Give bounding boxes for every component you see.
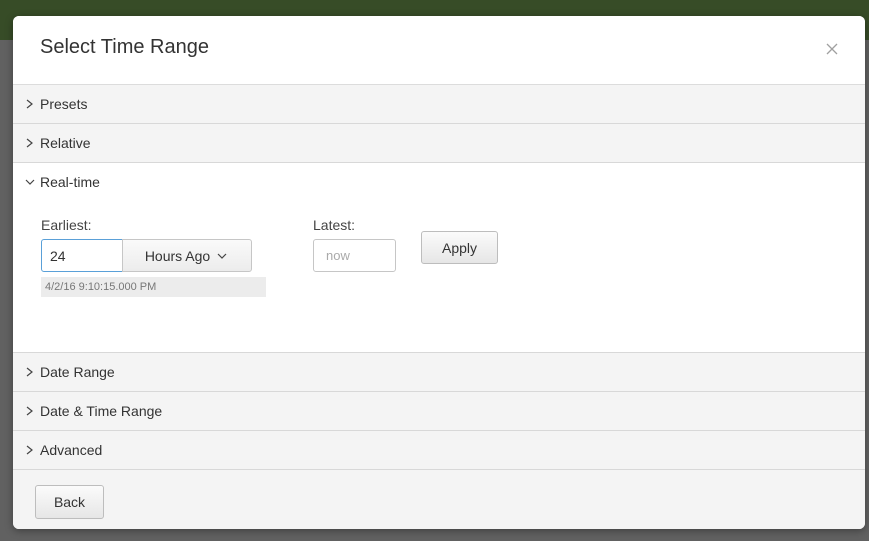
time-unit-dropdown[interactable]: Hours Ago [122, 239, 252, 272]
chevron-right-icon [23, 443, 37, 457]
modal-title: Select Time Range [40, 36, 209, 58]
section-presets-label: Presets [40, 96, 88, 112]
modal-header: Select Time Range [13, 16, 865, 85]
section-date-time-range-label: Date & Time Range [40, 403, 163, 419]
realtime-panel: Earliest: Hours Ago 4/2/16 9:10:15.000 P… [13, 201, 865, 353]
chevron-down-icon [23, 175, 37, 189]
close-button[interactable] [825, 42, 839, 56]
chevron-right-icon [23, 136, 37, 150]
section-relative[interactable]: Relative [13, 124, 865, 163]
section-date-range-label: Date Range [40, 364, 115, 380]
section-advanced[interactable]: Advanced [13, 431, 865, 470]
time-unit-selected: Hours Ago [144, 247, 211, 264]
section-presets[interactable]: Presets [13, 85, 865, 124]
chevron-down-icon [215, 249, 229, 263]
chevron-right-icon [23, 365, 37, 379]
time-range-modal: Select Time Range Presets Relative Real-… [13, 16, 865, 529]
close-icon [826, 43, 838, 55]
chevron-right-icon [23, 404, 37, 418]
earliest-label: Earliest: [41, 217, 92, 233]
section-advanced-label: Advanced [40, 442, 103, 458]
back-button[interactable]: Back [35, 485, 104, 519]
earliest-timestamp: 4/2/16 9:10:15.000 PM [41, 277, 266, 297]
section-realtime[interactable]: Real-time [13, 163, 865, 201]
section-date-time-range[interactable]: Date & Time Range [13, 392, 865, 431]
latest-input[interactable] [313, 239, 396, 272]
latest-label: Latest: [313, 217, 356, 233]
modal-footer: Back [13, 469, 865, 529]
section-relative-label: Relative [40, 135, 91, 151]
chevron-right-icon [23, 97, 37, 111]
apply-button[interactable]: Apply [421, 231, 498, 264]
section-realtime-label: Real-time [40, 174, 100, 190]
earliest-input[interactable] [41, 239, 123, 272]
section-date-range[interactable]: Date Range [13, 353, 865, 392]
